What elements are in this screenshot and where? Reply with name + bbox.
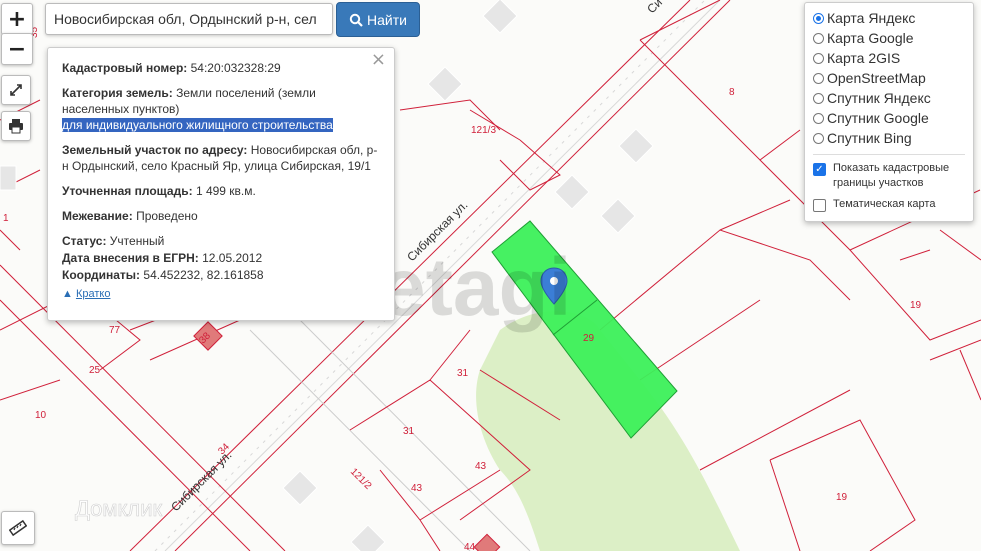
parcel-number-29: 29 (583, 333, 595, 344)
layer-option[interactable]: Спутник Bing (813, 128, 965, 148)
date-label: Дата внесения в ЕГРН: (62, 251, 199, 265)
category-label: Категория земель: (62, 86, 173, 100)
parcel-number-1: 1 (3, 213, 9, 224)
ruler-button[interactable] (1, 511, 35, 545)
brief-link[interactable]: Кратко (76, 288, 111, 300)
layer-option-label: Спутник Bing (827, 130, 912, 146)
cadastral-label: Кадастровый номер: (62, 61, 188, 75)
address-row: Земельный участок по адресу: Новосибирск… (62, 142, 380, 174)
survey-value: Проведено (136, 209, 198, 223)
radio-icon[interactable] (813, 32, 824, 44)
coords-label: Координаты: (62, 268, 141, 282)
layer-divider (813, 154, 965, 155)
status-label: Статус: (62, 234, 107, 248)
zoom-out-label: − (7, 36, 27, 62)
thematic-map-toggle[interactable]: Тематическая карта (813, 197, 965, 212)
zoom-out-button[interactable]: − (1, 33, 33, 65)
fullscreen-button[interactable] (1, 75, 31, 105)
parcel-number-10: 10 (35, 410, 47, 421)
layer-option-label: OpenStreetMap (827, 70, 926, 86)
cadastral-row: Кадастровый номер: 54:20:032328:29 (62, 60, 380, 76)
search-button[interactable]: Найти (336, 2, 420, 37)
parcel-number-31b: 31 (403, 426, 415, 437)
survey-label: Межевание: (62, 209, 133, 223)
layer-option-label: Карта Google (827, 30, 914, 46)
layer-option[interactable]: Карта Google (813, 28, 965, 48)
expand-icon (10, 84, 22, 96)
coords-value: 54.452232, 82.161858 (143, 268, 264, 282)
layer-option[interactable]: OpenStreetMap (813, 68, 965, 88)
parcel-number-77: 77 (109, 325, 121, 336)
status-value: Учтенный (109, 234, 165, 248)
date-value: 12.05.2012 (202, 251, 263, 265)
cadastral-borders-toggle[interactable]: ✓ Показать кадастровые границы участков (813, 161, 965, 191)
close-popup-button[interactable]: × (371, 51, 386, 69)
cadastral-borders-label: Показать кадастровые границы участков (833, 162, 950, 189)
thematic-map-label: Тематическая карта (833, 198, 936, 210)
radio-icon[interactable] (813, 72, 824, 84)
parcel-info-popup: × Кадастровый номер: 54:20:032328:29 Кат… (47, 47, 395, 321)
survey-row: Межевание: Проведено (62, 208, 380, 224)
layer-options: Карта Яндекс Карта Google Карта 2GIS OpenSt… (813, 8, 965, 148)
parcel-number-19b: 19 (836, 492, 848, 503)
parcel-number-43a: 43 (475, 461, 487, 472)
layer-option[interactable]: Спутник Яндекс (813, 88, 965, 108)
radio-icon[interactable] (813, 12, 824, 24)
print-button[interactable] (1, 111, 31, 141)
brief-link-row: ▲ Кратко (62, 286, 380, 302)
parcel-number-25: 25 (89, 365, 101, 376)
date-row: Дата внесения в ЕГРН: 12.05.2012 (62, 250, 380, 266)
radio-icon[interactable] (813, 112, 824, 124)
ruler-icon (9, 519, 27, 537)
layer-option-label: Карта Яндекс (827, 10, 916, 26)
layer-option-label: Карта 2GIS (827, 50, 901, 66)
area-value: 1 499 кв.м. (195, 184, 256, 198)
parcel-number-19a: 19 (910, 300, 922, 311)
print-icon (9, 119, 23, 134)
coords-row: Координаты: 54.452232, 82.161858 (62, 267, 380, 283)
layer-option[interactable]: Карта Яндекс (813, 8, 965, 28)
radio-icon[interactable] (813, 52, 824, 64)
parcel-number-31a: 31 (457, 368, 469, 379)
search-input[interactable] (45, 3, 333, 35)
cadastral-value: 54:20:032328:29 (190, 61, 281, 75)
radio-icon[interactable] (813, 92, 824, 104)
parcel-number-43b: 43 (411, 483, 423, 494)
layer-option-label: Спутник Google (827, 110, 929, 126)
layer-option-label: Спутник Яндекс (827, 90, 931, 106)
zoom-in-button[interactable]: + (1, 3, 33, 35)
checkbox-unchecked-icon[interactable] (813, 199, 826, 212)
parcel-number-121-3: 121/3 (471, 125, 496, 136)
radio-icon[interactable] (813, 132, 824, 144)
area-label: Уточненная площадь: (62, 184, 193, 198)
zoom-in-label: + (7, 6, 27, 32)
address-label: Земельный участок по адресу: (62, 143, 248, 157)
search-button-label: Найти (367, 11, 407, 28)
checkbox-checked-icon[interactable]: ✓ (813, 163, 826, 176)
watermark-domclick: Домклик (75, 496, 163, 521)
layer-switcher: Карта Яндекс Карта Google Карта 2GIS OpenSt… (804, 2, 974, 222)
area-row: Уточненная площадь: 1 499 кв.м. (62, 183, 380, 199)
collapse-arrow-icon: ▲ (62, 288, 73, 300)
parcel-number-8: 8 (729, 87, 735, 98)
status-row: Статус: Учтенный (62, 233, 380, 249)
parcel-number-44: 44 (464, 542, 476, 551)
category-row: Категория земель: Земли поселений (земли… (62, 85, 380, 133)
category-use-value: для индивидуального жилищного строительс… (62, 118, 333, 132)
layer-option[interactable]: Спутник Google (813, 108, 965, 128)
layer-option[interactable]: Карта 2GIS (813, 48, 965, 68)
search-icon (349, 13, 363, 27)
